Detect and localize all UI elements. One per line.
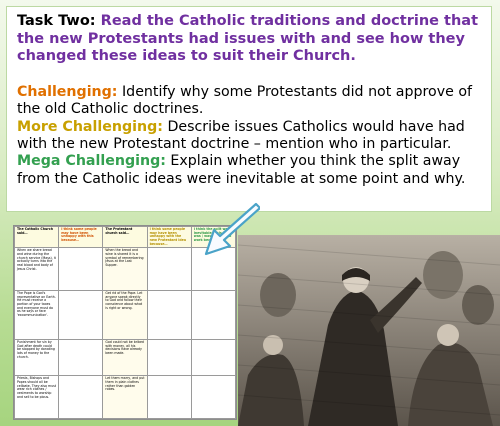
protestant-cell: Let them marry, and put them in plain cl… [102, 375, 148, 419]
worksheet-header-cell: The Protestant church said… [102, 225, 148, 249]
protestant-cell: God could not be bribed with money, all … [102, 338, 148, 377]
blank-cell [146, 290, 192, 340]
blank-cell [58, 290, 104, 340]
blank-cell [146, 375, 192, 419]
worksheet-row: The Pope is God's representative on Eart… [13, 290, 237, 340]
challenge-level-3-label: Mega Challenging: [17, 153, 166, 170]
task-instructions-box: Task Two: Read the Catholic traditions a… [6, 6, 492, 212]
challenge-level-1-label: Challenging: [17, 84, 118, 101]
catholic-cell: When we share bread and wine during the … [13, 247, 60, 292]
pointer-arrow-icon [204, 202, 260, 256]
reformation-engraving-image [238, 235, 500, 426]
worksheet-header-cell: I think some people may have been unhapp… [146, 225, 192, 249]
worksheet-header-cell: I think some people may have been unhapp… [58, 225, 104, 249]
worksheet-header-cell: The Catholic Church said… [13, 225, 60, 249]
worksheet-row: Priests, Bishops and Popes should all be… [13, 375, 237, 419]
engraving-illustration [238, 235, 500, 426]
task-heading: Task Two: Read the Catholic traditions a… [17, 13, 481, 66]
blank-cell [190, 290, 237, 340]
blank-cell [190, 338, 237, 377]
blank-cell [58, 338, 104, 377]
blank-cell [190, 375, 237, 419]
catholic-cell: The Pope is God's representative on Eart… [13, 290, 60, 340]
challenge-level-1: Challenging: Identify why some Protestan… [17, 84, 481, 119]
worksheet-row: Punishment for sin by God after death co… [13, 338, 237, 377]
challenge-level-2: More Challenging: Describe issues Cathol… [17, 119, 481, 154]
blank-cell [58, 247, 104, 292]
task-lead: Task Two: [17, 13, 96, 29]
blank-cell [146, 338, 192, 377]
protestant-cell: When the bread and wine is shared it is … [102, 247, 148, 292]
catholic-cell: Priests, Bishops and Popes should all be… [13, 375, 60, 419]
blank-cell [146, 247, 192, 292]
challenge-level-3: Mega Challenging: Explain whether you th… [17, 153, 481, 188]
protestant-cell: Get rid of the Pope. Let anyone speak di… [102, 290, 148, 340]
catholic-cell: Punishment for sin by God after death co… [13, 338, 60, 377]
blank-cell [58, 375, 104, 419]
challenge-level-2-label: More Challenging: [17, 118, 163, 135]
